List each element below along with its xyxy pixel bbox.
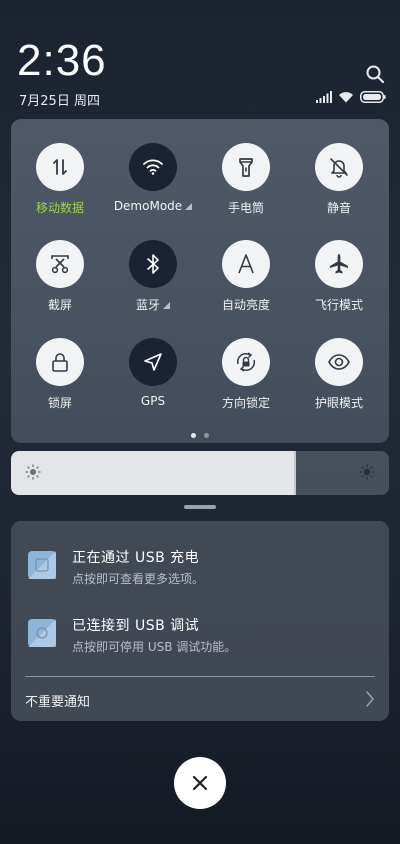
notification-title: 正在通过 USB 充电 <box>72 550 200 566</box>
tile-lock-screen[interactable]: 锁屏 <box>15 338 105 411</box>
tile-label: 移动数据 <box>35 201 84 215</box>
battery-icon <box>360 91 386 103</box>
notification-panel: 正在通过 USB 充电 点按即可查看更多选项。 已连接到 USB 调试 点按即可… <box>11 521 389 721</box>
tile-flashlight[interactable]: 手电筒 <box>201 143 291 216</box>
tile-airplane[interactable]: 飞行模式 <box>294 240 384 313</box>
notification-usb-debugging[interactable]: 已连接到 USB 调试 点按即可停用 USB 调试功能。 <box>11 611 389 671</box>
eye-care-button[interactable] <box>315 338 363 386</box>
tile-label: 手电筒 <box>227 201 264 215</box>
tile-auto-brightness[interactable]: 自动亮度 <box>201 240 291 313</box>
quick-settings-panel: 移动数据 DemoMode 手电筒 静音 截屏 蓝牙 自动亮度 飞行模式 锁屏 … <box>11 119 389 443</box>
tile-gps[interactable]: GPS <box>108 338 198 408</box>
auto-brightness-button[interactable] <box>222 240 270 288</box>
tile-mobile-data[interactable]: 移动数据 <box>15 143 105 216</box>
page-indicator <box>11 433 389 438</box>
navigation-icon <box>144 353 162 371</box>
airplane-button[interactable] <box>315 240 363 288</box>
expand-triangle-icon <box>185 203 193 210</box>
wifi-button[interactable] <box>129 143 177 191</box>
notification-title: 已连接到 USB 调试 <box>72 618 200 634</box>
lock-icon <box>52 353 68 372</box>
tile-rotation-lock[interactable]: 方向锁定 <box>201 338 291 411</box>
status-bar-icons <box>316 91 386 103</box>
tile-screenshot[interactable]: 截屏 <box>15 240 105 313</box>
brightness-fill <box>11 451 295 495</box>
tile-label: 静音 <box>326 201 351 215</box>
brightness-high-icon <box>359 464 375 480</box>
date-label: 7月25日 周四 <box>19 94 100 109</box>
notification-usb-charging[interactable]: 正在通过 USB 充电 点按即可查看更多选项。 <box>11 543 389 603</box>
data-arrows-icon <box>53 159 67 175</box>
chevron-right-icon[interactable] <box>365 690 375 708</box>
mute-button[interactable] <box>315 143 363 191</box>
screenshot-button[interactable] <box>36 240 84 288</box>
page-dot-active <box>191 433 196 438</box>
flashlight-icon <box>239 158 253 177</box>
wifi-status-icon <box>339 92 353 103</box>
tile-eye-care[interactable]: 护眼模式 <box>294 338 384 411</box>
drag-handle[interactable] <box>184 505 216 509</box>
tile-bluetooth[interactable]: 蓝牙 <box>108 240 198 313</box>
bluetooth-icon <box>147 254 159 274</box>
lock-screen-button[interactable] <box>36 338 84 386</box>
clear-all-button[interactable] <box>174 757 226 809</box>
mobile-data-button[interactable] <box>36 143 84 191</box>
tile-mute[interactable]: 静音 <box>294 143 384 216</box>
flashlight-button[interactable] <box>222 143 270 191</box>
tile-label: GPS <box>140 394 166 408</box>
expand-triangle-icon <box>163 302 170 309</box>
airplane-icon <box>330 254 348 274</box>
tile-label: 护眼模式 <box>314 396 363 410</box>
notification-subtitle: 点按即可查看更多选项。 <box>72 572 205 586</box>
unimportant-notifications-link[interactable]: 不重要通知 <box>25 691 90 710</box>
notification-subtitle: 点按即可停用 USB 调试功能。 <box>72 640 237 654</box>
brightness-slider[interactable] <box>11 451 389 495</box>
tile-label: 蓝牙 <box>135 298 160 312</box>
tile-label: 方向锁定 <box>221 396 270 410</box>
bell-off-icon <box>330 158 348 178</box>
signal-icon <box>316 91 332 103</box>
letter-a-icon <box>238 254 254 274</box>
wifi-icon <box>143 159 163 175</box>
rotation-lock-icon <box>236 352 256 372</box>
tile-wifi[interactable]: DemoMode <box>108 143 198 213</box>
brightness-low-icon <box>25 464 41 480</box>
tile-label: 锁屏 <box>47 396 72 410</box>
page-dot <box>204 433 209 438</box>
eye-icon <box>328 354 350 370</box>
gps-button[interactable] <box>129 338 177 386</box>
scissors-icon <box>51 255 69 274</box>
usb-app-icon <box>28 551 56 579</box>
tile-label: DemoMode <box>113 199 183 213</box>
search-icon[interactable] <box>365 64 385 84</box>
tile-label: 自动亮度 <box>221 298 270 312</box>
close-icon <box>192 775 208 791</box>
brightness-thumb[interactable] <box>294 451 296 495</box>
tile-label: 截屏 <box>47 298 72 312</box>
bluetooth-button[interactable] <box>129 240 177 288</box>
tile-label: 飞行模式 <box>314 298 363 312</box>
debug-app-icon <box>28 619 56 647</box>
divider <box>25 676 375 677</box>
rotation-lock-button[interactable] <box>222 338 270 386</box>
clock-time: 2:36 <box>17 36 107 85</box>
